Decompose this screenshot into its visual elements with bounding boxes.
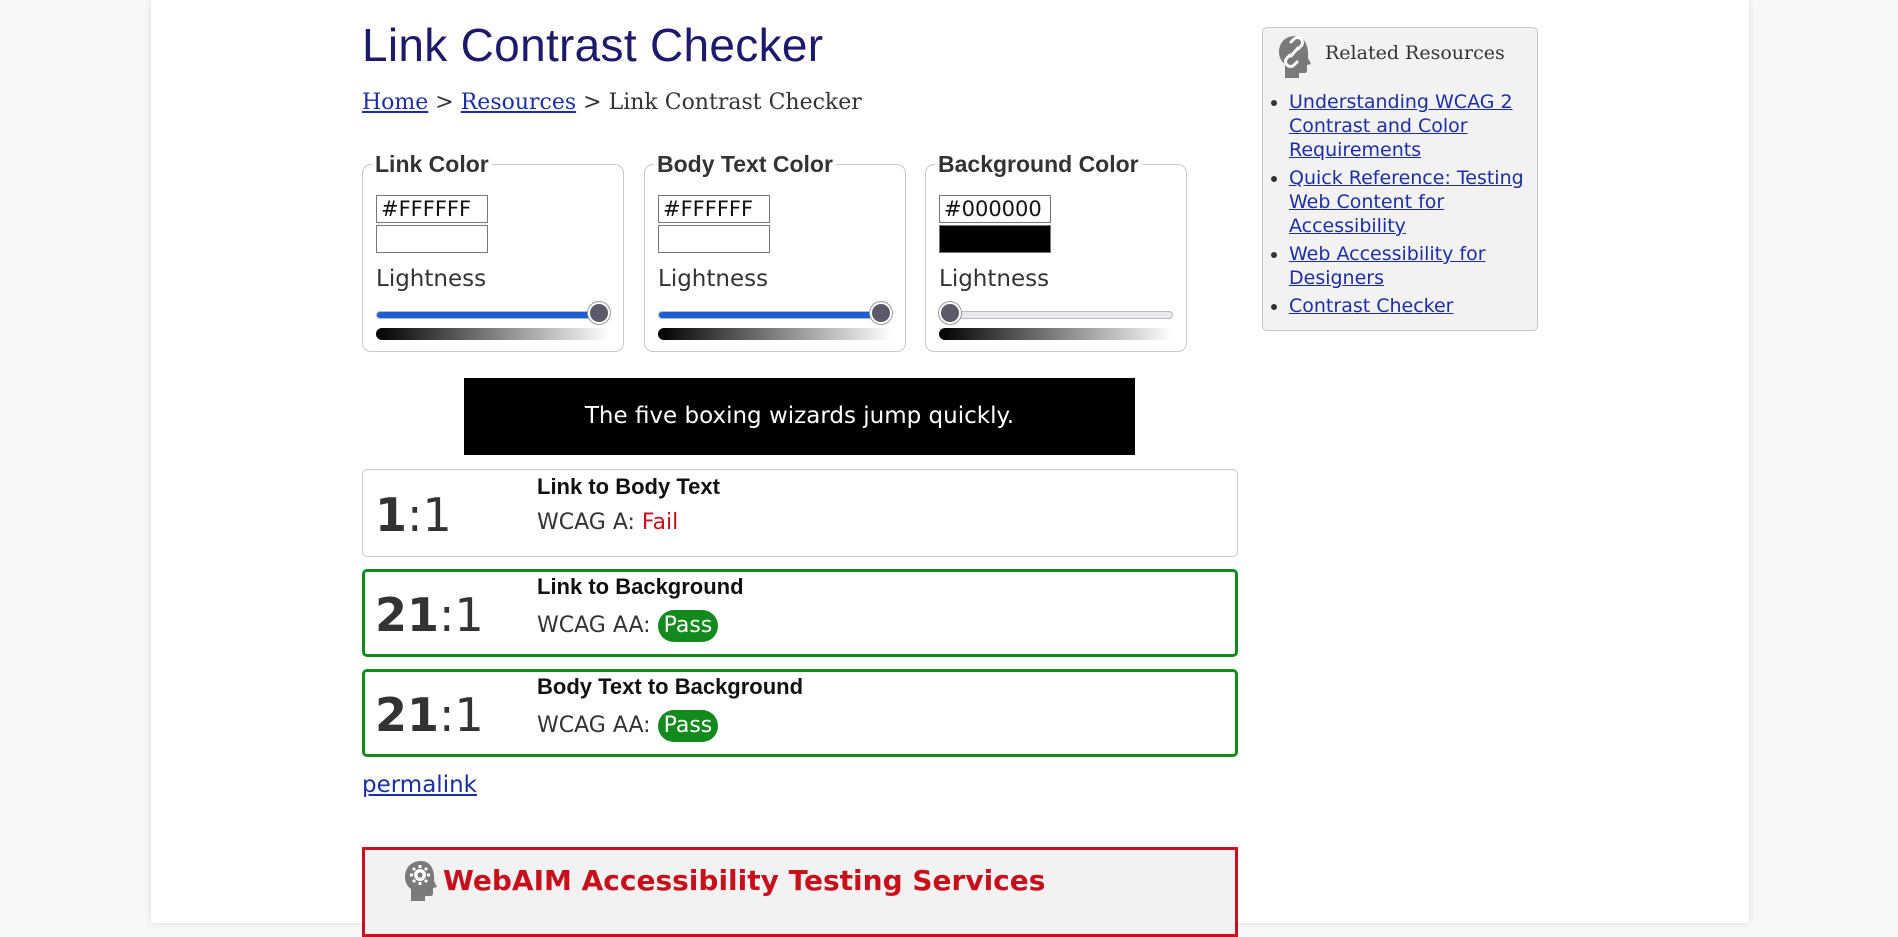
lightness-gradient-bar [376, 328, 610, 340]
testing-services-box: WebAIM Accessibility Testing Services [362, 847, 1238, 937]
breadcrumb-separator: > [576, 90, 609, 115]
result-body-text-to-background: 21:1 Body Text to Background WCAG AA: Pa… [362, 669, 1238, 757]
link-color-hex-input[interactable] [376, 195, 488, 223]
wcag-result: WCAG AA: Pass [537, 710, 719, 742]
lightness-slider-track[interactable] [658, 311, 892, 319]
picker-legend: Background Color [935, 151, 1142, 178]
breadcrumb-current: Link Contrast Checker [608, 90, 862, 115]
lightness-slider-thumb[interactable] [588, 302, 610, 324]
services-title: WebAIM Accessibility Testing Services [443, 864, 1046, 897]
breadcrumb-resources-link[interactable]: Resources [461, 90, 576, 115]
pass-badge: Pass [657, 610, 719, 642]
lightness-label: Lightness [658, 266, 769, 292]
link-color-picker: Link Color Lightness [362, 151, 624, 352]
background-color-picker: Background Color Lightness [925, 151, 1187, 352]
wcag-label: WCAG AA: [537, 613, 658, 638]
lightness-label: Lightness [939, 266, 1050, 292]
result-link-to-background: 21:1 Link to Background WCAG AA: Pass [362, 569, 1238, 657]
lightness-slider-thumb[interactable] [939, 302, 961, 324]
list-item: Quick Reference: Testing Web Content for… [1289, 166, 1529, 238]
body-text-color-picker: Body Text Color Lightness [644, 151, 906, 352]
lightness-gradient-bar [939, 328, 1173, 340]
related-resources-sidebar: Related Resources Understanding WCAG 2 C… [1262, 27, 1538, 331]
resource-link-contrast-checker[interactable]: Contrast Checker [1289, 295, 1454, 317]
picker-legend: Link Color [372, 151, 492, 178]
wcag-result: WCAG AA: Pass [537, 610, 719, 642]
result-link-to-body-text: 1:1 Link to Body Text WCAG A: Fail [362, 469, 1238, 557]
background-color-hex-input[interactable] [939, 195, 1051, 223]
resource-link-designers[interactable]: Web Accessibility for Designers [1289, 243, 1486, 289]
result-title: Link to Body Text [537, 474, 720, 499]
ratio-suffix: :1 [439, 588, 484, 642]
resource-link-understanding-wcag[interactable]: Understanding WCAG 2 Contrast and Color … [1289, 91, 1513, 161]
lightness-gradient-bar [658, 328, 892, 340]
ratio-value: 21 [375, 688, 440, 742]
wcag-label: WCAG AA: [537, 713, 658, 738]
fail-status: Fail [641, 510, 679, 535]
lightness-slider-fill [659, 312, 891, 318]
page-title: Link Contrast Checker [362, 19, 824, 71]
lightness-slider-track[interactable] [939, 311, 1173, 319]
contrast-ratio: 21:1 [375, 688, 484, 742]
list-item: Contrast Checker [1289, 294, 1529, 318]
ratio-suffix: :1 [439, 688, 484, 742]
body-text-color-hex-input[interactable] [658, 195, 770, 223]
lightness-slider-fill [377, 312, 609, 318]
link-color-swatch[interactable] [376, 225, 488, 253]
ratio-value: 1 [375, 488, 408, 542]
permalink-link[interactable]: permalink [362, 772, 477, 798]
gear-head-icon [405, 861, 437, 901]
breadcrumb-home-link[interactable]: Home [362, 90, 428, 115]
list-item: Understanding WCAG 2 Contrast and Color … [1289, 90, 1529, 162]
contrast-ratio: 21:1 [375, 588, 484, 642]
breadcrumb-separator: > [428, 90, 461, 115]
result-title: Body Text to Background [537, 674, 804, 699]
lightness-slider-thumb[interactable] [870, 302, 892, 324]
lightness-label: Lightness [376, 266, 487, 292]
picker-legend: Body Text Color [654, 151, 836, 178]
background-color-swatch[interactable] [939, 225, 1051, 253]
sample-text-preview: The five boxing wizards jump quickly. [464, 378, 1135, 455]
resource-link-quick-reference[interactable]: Quick Reference: Testing Web Content for… [1289, 167, 1524, 237]
ratio-value: 21 [375, 588, 440, 642]
pass-badge: Pass [657, 710, 719, 742]
sidebar-title: Related Resources [1325, 42, 1505, 64]
body-text-color-swatch[interactable] [658, 225, 770, 253]
list-item: Web Accessibility for Designers [1289, 242, 1529, 290]
link-head-icon [1279, 36, 1311, 78]
wcag-label: WCAG A: [537, 510, 642, 535]
result-title: Link to Background [537, 574, 744, 599]
wcag-result: WCAG A: Fail [537, 510, 678, 535]
breadcrumb: Home > Resources > Link Contrast Checker [362, 90, 862, 115]
ratio-suffix: :1 [407, 488, 452, 542]
related-resources-list: Understanding WCAG 2 Contrast and Color … [1263, 90, 1529, 322]
contrast-ratio: 1:1 [375, 488, 452, 542]
lightness-slider-track[interactable] [376, 311, 610, 319]
